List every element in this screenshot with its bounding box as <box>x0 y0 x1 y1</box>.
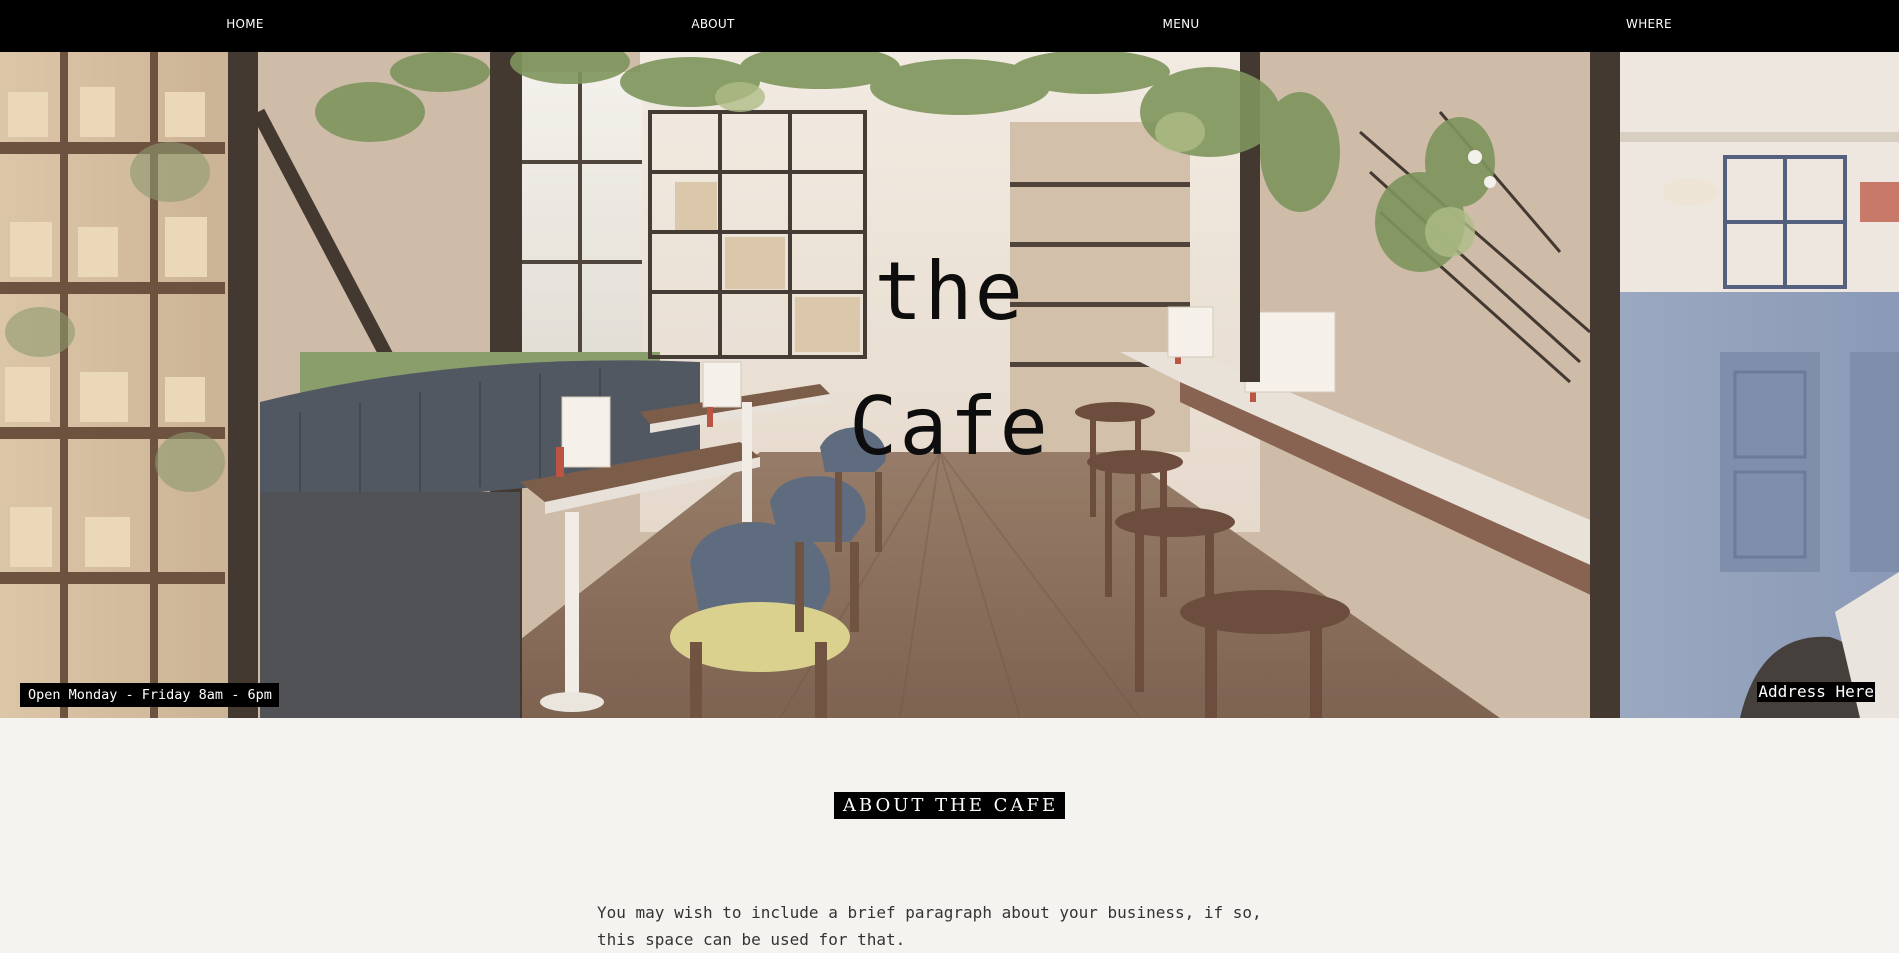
top-navigation-bar: HOME ABOUT MENU WHERE <box>0 0 1899 52</box>
about-section: ABOUT THE CAFE <box>0 792 1899 819</box>
nav-item-home[interactable]: HOME <box>155 0 335 52</box>
nav-item-menu[interactable]: MENU <box>1091 0 1271 52</box>
opening-hours-badge: Open Monday - Friday 8am - 6pm <box>20 683 279 707</box>
about-paragraph: You may wish to include a brief paragrap… <box>597 903 1262 949</box>
nav-item-about[interactable]: ABOUT <box>623 0 803 52</box>
about-heading: ABOUT THE CAFE <box>833 792 1066 819</box>
hero-banner: the Cafe Open Monday - Friday 8am - 6pm … <box>0 52 1899 718</box>
hero-title-line-2: Cafe <box>849 380 1050 473</box>
address-badge: Address Here <box>1757 682 1875 702</box>
hero-title-line-1: the <box>874 245 1025 338</box>
nav-item-where[interactable]: WHERE <box>1559 0 1739 52</box>
